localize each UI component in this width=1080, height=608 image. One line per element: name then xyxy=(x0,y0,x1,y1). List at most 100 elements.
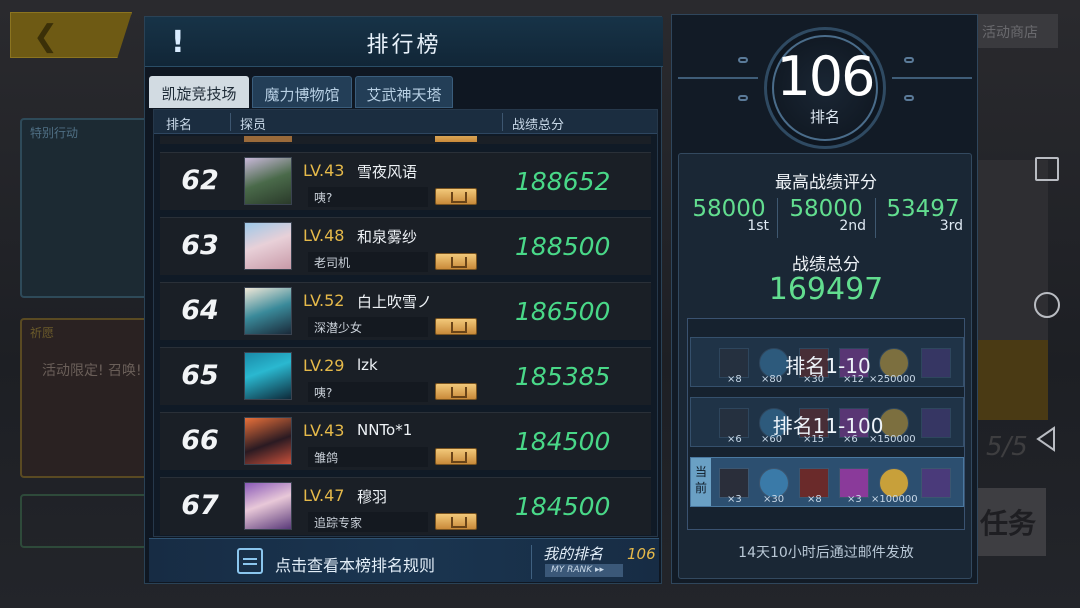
row-player-name: NNTo*1 xyxy=(357,421,413,439)
row-signature: 咦? xyxy=(308,382,428,402)
row-score: 184500 xyxy=(515,427,611,456)
gem-item-icon[interactable] xyxy=(921,468,951,498)
table-row[interactable]: 62 LV.43 雪夜风语 咦? 188652 xyxy=(160,152,651,210)
item-quantity: ×100000 xyxy=(871,494,918,505)
my-rank-value: 106 xyxy=(627,545,656,563)
item-quantity: ×150000 xyxy=(869,434,916,445)
item-quantity: ×80 xyxy=(761,374,783,385)
decor-dot xyxy=(904,95,914,101)
row-rank: 66 xyxy=(181,425,219,456)
my-rank-tag: MY RANK ▸▸ xyxy=(545,564,623,577)
best-score-2: 58000 2nd xyxy=(778,196,874,234)
item-quantity: ×30 xyxy=(763,494,785,505)
avatar xyxy=(244,136,292,142)
row-signature: 追踪专家 xyxy=(308,512,428,532)
row-rank: 65 xyxy=(181,360,219,391)
row-score: 188500 xyxy=(515,232,611,261)
title-badge-icon[interactable] xyxy=(435,513,477,530)
table-header: 排名 探员 战绩总分 xyxy=(154,110,657,134)
current-tier-tag: 当前 xyxy=(691,458,711,506)
clipboard-icon[interactable] xyxy=(237,548,263,574)
avatar[interactable] xyxy=(244,287,292,335)
reward-tier-11-100[interactable]: 排名11-100 ×6 ×60 ×15 ×6 ×150000 xyxy=(690,397,964,447)
ranking-panel: ! 排行榜 凯旋竞技场 魔力博物馆 艾武神天塔 排名 探员 战绩总分 62 LV… xyxy=(144,16,663,584)
mail-delivery-note: 14天10小时后通过邮件发放 xyxy=(738,545,914,561)
row-signature: 老司机 xyxy=(308,252,428,272)
item-quantity: ×250000 xyxy=(869,374,916,385)
summary-panel: 106 排名 最高战绩评分 58000 1st 58000 2nd 53497 … xyxy=(671,14,978,584)
table-row[interactable]: 63 LV.48 和泉雾纱 老司机 188500 xyxy=(160,217,651,275)
avatar[interactable] xyxy=(244,352,292,400)
decor-line xyxy=(892,77,972,79)
table-row[interactable]: 64 LV.52 白上吹雪ノ 深潜少女 186500 xyxy=(160,282,651,340)
reward-list[interactable]: 排名1-10 ×8 ×80 ×30 ×12 ×250000 排名11-100 ×… xyxy=(687,318,965,530)
ranking-table[interactable]: 排名 探员 战绩总分 62 LV.43 雪夜风语 咦? 188652 63 LV… xyxy=(153,109,658,537)
current-rank: 106 xyxy=(776,45,875,108)
row-player-name: 穆羽 xyxy=(357,488,388,506)
column-score: 战绩总分 xyxy=(512,118,565,133)
back-button[interactable]: ❮ xyxy=(10,12,132,58)
special-ops-card[interactable]: 特别行动 xyxy=(20,118,150,298)
decor-dot xyxy=(904,57,914,63)
table-row[interactable]: 65 LV.29 lzk 咦? 185385 xyxy=(160,347,651,405)
column-member: 探员 xyxy=(240,118,267,133)
task-button[interactable]: 任务 xyxy=(978,488,1046,556)
decor-dot xyxy=(738,95,748,101)
row-player-name: 和泉雾纱 xyxy=(357,228,418,246)
row-signature: 雏鸽 xyxy=(308,447,428,467)
stats-box: 最高战绩评分 58000 1st 58000 2nd 53497 3rd 战绩总… xyxy=(678,153,972,579)
wish-sub-label: 活动限定! 召唤! xyxy=(42,363,142,379)
title-badge-icon[interactable] xyxy=(435,448,477,465)
nav-back-icon[interactable] xyxy=(1034,426,1060,452)
item-quantity: ×30 xyxy=(803,374,825,385)
my-rank-label: 我的排名 xyxy=(543,545,604,563)
title-badge-icon xyxy=(435,136,477,142)
table-row[interactable]: 66 LV.43 NNTo*1 雏鸽 184500 xyxy=(160,412,651,470)
best-score-title: 最高战绩评分 xyxy=(775,173,877,193)
avatar[interactable] xyxy=(244,222,292,270)
title-badge-icon[interactable] xyxy=(435,253,477,270)
wish-label: 祈愿 xyxy=(30,326,55,340)
title-badge-icon[interactable] xyxy=(435,383,477,400)
reward-tier-current[interactable]: 当前 ×3 ×30 ×8 ×3 ×100000 xyxy=(690,457,964,507)
ranking-footer: 点击查看本榜排名规则 我的排名 MY RANK ▸▸ 106 xyxy=(149,538,659,582)
item-quantity: ×60 xyxy=(761,434,783,445)
footer-divider xyxy=(531,545,532,579)
item-quantity: ×6 xyxy=(843,434,858,445)
title-badge-icon[interactable] xyxy=(435,188,477,205)
best-score-3: 53497 3rd xyxy=(875,196,971,234)
reward-tier-1-10[interactable]: 排名1-10 ×8 ×80 ×30 ×12 ×250000 xyxy=(690,337,964,387)
row-level: LV.52 xyxy=(303,291,345,310)
row-level: LV.48 xyxy=(303,226,345,245)
total-score-value: 169497 xyxy=(768,272,884,307)
decor-dot xyxy=(738,57,748,63)
row-level: LV.47 xyxy=(303,486,345,505)
event-shop-button[interactable]: 活动商店 xyxy=(978,14,1058,48)
item-quantity: ×3 xyxy=(727,494,742,505)
wish-card[interactable]: 祈愿 活动限定! 召唤! xyxy=(20,318,150,478)
decor-line xyxy=(678,77,758,79)
tab-museum[interactable]: 魔力博物馆 xyxy=(252,76,352,108)
item-quantity: ×8 xyxy=(807,494,822,505)
avatar[interactable] xyxy=(244,482,292,530)
avatar[interactable] xyxy=(244,157,292,205)
column-rank: 排名 xyxy=(166,118,193,133)
home-icon[interactable] xyxy=(1034,292,1060,318)
avatar[interactable] xyxy=(244,417,292,465)
item-quantity: ×12 xyxy=(843,374,865,385)
tab-arena[interactable]: 凯旋竞技场 xyxy=(149,76,249,108)
row-level: LV.29 xyxy=(303,356,345,375)
row-rank: 67 xyxy=(181,490,219,521)
event-shop-label: 活动商店 xyxy=(982,25,1038,41)
row-level: LV.43 xyxy=(303,421,345,440)
special-ops-label: 特别行动 xyxy=(30,126,79,140)
back-arrow-icon: ❮ xyxy=(33,19,59,54)
rules-link[interactable]: 点击查看本榜排名规则 xyxy=(275,552,435,576)
row-signature: 深潜少女 xyxy=(308,317,428,337)
title-badge-icon[interactable] xyxy=(435,318,477,335)
table-row[interactable]: 67 LV.47 穆羽 追踪专家 184500 xyxy=(160,477,651,535)
row-rank: 63 xyxy=(181,230,219,261)
item-quantity: ×3 xyxy=(847,494,862,505)
tab-tower[interactable]: 艾武神天塔 xyxy=(355,76,453,108)
recent-apps-icon[interactable] xyxy=(1035,157,1059,181)
